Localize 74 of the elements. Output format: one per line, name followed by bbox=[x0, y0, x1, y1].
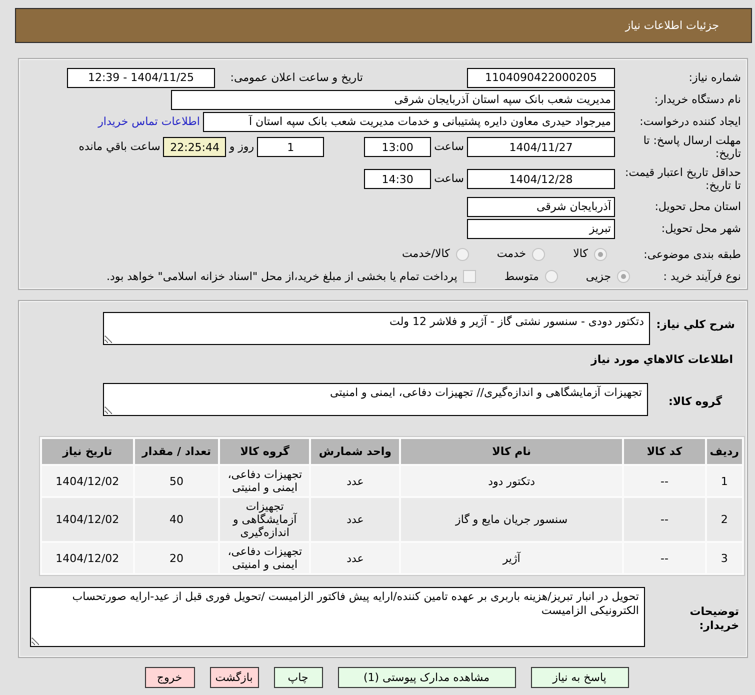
table-cell: 2 bbox=[706, 498, 742, 541]
field-label: ایجاد کننده درخواست: bbox=[638, 115, 741, 128]
field-label: استان محل تحویل: bbox=[654, 200, 741, 213]
table-cell: 1404/12/02 bbox=[42, 498, 133, 541]
delivery-province-field[interactable]: آذربایجان شرقی bbox=[467, 196, 615, 216]
remaining-label: ساعت باقي مانده bbox=[78, 140, 160, 154]
price-validity-date-field[interactable]: 1404/12/28 bbox=[467, 169, 615, 189]
field-label: حداقل تاریخ اعتبار قیمت: تا تاریخ: bbox=[624, 166, 741, 192]
table-cell: تجهیزات دفاعی، ایمنی و امنیتی bbox=[220, 543, 310, 573]
column-header: ردیف bbox=[706, 439, 742, 464]
option-label: متوسط bbox=[504, 270, 539, 284]
action-button[interactable]: پاسخ به نیاز bbox=[530, 667, 628, 688]
page-title: جزئیات اطلاعات نیاز bbox=[625, 18, 719, 32]
goods-group-field[interactable]: تجهیزات آزمایشگاهی و اندازه‌گیری// تجهیزات دفاعی، ایمنی و امنیتی bbox=[103, 383, 648, 416]
table-cell: 3 bbox=[706, 543, 742, 573]
table-cell: تجهیزات آزمایشگاهی و اندازه‌گیری bbox=[220, 498, 310, 541]
table-cell: عدد bbox=[311, 466, 399, 496]
table-cell: 20 bbox=[134, 543, 218, 573]
field-label: شرح کلي نياز: bbox=[655, 317, 736, 332]
exit-button[interactable]: خروج bbox=[144, 667, 194, 688]
days-label: روز و bbox=[229, 140, 254, 154]
column-header: تعداد / مقدار bbox=[134, 439, 218, 464]
field-label: نام دستگاه خریدار: bbox=[653, 93, 741, 106]
column-header: نام کالا bbox=[400, 439, 622, 464]
announcement-datetime-field[interactable]: 1404/11/25 - 12:39 bbox=[67, 68, 215, 88]
table-cell: -- bbox=[624, 543, 705, 573]
contact-info-link[interactable]: اطلاعات تماس خریدار bbox=[98, 114, 200, 128]
buyer-organization-field[interactable]: مدیریت شعب بانک سپه استان آذربایجان شرقی bbox=[171, 90, 615, 110]
response-time-field[interactable]: 13:00 bbox=[364, 137, 432, 157]
field-label: نوع فرآیند خرید : bbox=[662, 270, 741, 283]
buyer-notes-field[interactable]: تحویل در انبار تبریز/هزینه باربری بر عهده تامین کننده/ارایه پیش فاکتور الزامیست /تحویل فوری قبل از عید-ارایه صورتحساب الکترونیکی الزامیست bbox=[30, 587, 645, 647]
option-label: خدمت bbox=[496, 247, 526, 261]
column-header: تاریخ نیاز bbox=[42, 439, 133, 464]
action-button[interactable]: چاپ bbox=[274, 667, 322, 688]
price-validity-time-field[interactable]: 14:30 bbox=[364, 169, 432, 189]
delivery-city-field[interactable]: تبریز bbox=[467, 218, 615, 238]
column-header: کد کالا bbox=[624, 439, 705, 464]
field-label: توضیحات خریدار: bbox=[688, 604, 740, 633]
field-label: تاریخ و ساعت اعلان عمومی: bbox=[229, 70, 363, 84]
time-label: ساعت bbox=[434, 140, 464, 154]
need-number-field[interactable]: 1104090422000205 bbox=[467, 68, 615, 88]
table-cell: آژیر bbox=[400, 543, 622, 573]
requester-field[interactable]: میرجواد حیدری معاون دایره پشتیبانی و خدمات مدیریت شعب بانک سپه استان آ bbox=[203, 112, 615, 132]
remaining-time-field[interactable]: 22:25:44 bbox=[163, 137, 226, 157]
field-label: گروه کالا: bbox=[667, 394, 723, 408]
table-cell: سنسور جریان مایع و گاز bbox=[400, 498, 622, 541]
table-cell: 40 bbox=[134, 498, 218, 541]
table-cell: 1404/12/02 bbox=[42, 466, 133, 496]
table-cell: عدد bbox=[311, 543, 399, 573]
table-cell: تجهیزات دفاعی، ایمنی و امنیتی bbox=[220, 466, 310, 496]
column-header: گروه کالا bbox=[220, 439, 310, 464]
table-cell: دتکتور دود bbox=[400, 466, 622, 496]
exit-button[interactable]: بازگشت bbox=[210, 667, 258, 688]
need-description-field[interactable]: دتکتور دودی - سنسور نشتی گاز - آژیر و فلاشر 12 ولت bbox=[103, 312, 650, 345]
option-label: کالا bbox=[573, 247, 588, 261]
field-label: مهلت ارسال پاسخ: تا تاریخ: bbox=[642, 134, 741, 160]
table-cell: 1 bbox=[706, 466, 742, 496]
table-cell: -- bbox=[624, 498, 705, 541]
days-field[interactable]: 1 bbox=[257, 137, 324, 157]
option-label: کالا/خدمت bbox=[402, 247, 450, 261]
column-header: واحد شمارش bbox=[311, 439, 399, 464]
table-cell: 1404/12/02 bbox=[42, 543, 133, 573]
table-cell: 50 bbox=[134, 466, 218, 496]
field-label: شماره نیاز: bbox=[688, 71, 741, 84]
table-cell: -- bbox=[624, 466, 705, 496]
table-cell: عدد bbox=[311, 498, 399, 541]
response-date-field[interactable]: 1404/11/27 bbox=[467, 137, 615, 157]
section-title: اطلاعات کالاهاي مورد نياز bbox=[590, 353, 733, 367]
field-label: شهر محل تحویل: bbox=[660, 222, 741, 235]
checkbox-label: پرداخت تمام یا بخشی از مبلغ خرید،از محل "اسناد خزانه اسلامی" خواهد بود. bbox=[106, 270, 458, 284]
option-label: جزیی bbox=[586, 270, 611, 284]
field-label: طبقه بندی موضوعی: bbox=[642, 248, 741, 260]
action-button[interactable]: مشاهده مدارک پیوستی (1) bbox=[338, 667, 516, 688]
time-label: ساعت bbox=[434, 172, 464, 186]
